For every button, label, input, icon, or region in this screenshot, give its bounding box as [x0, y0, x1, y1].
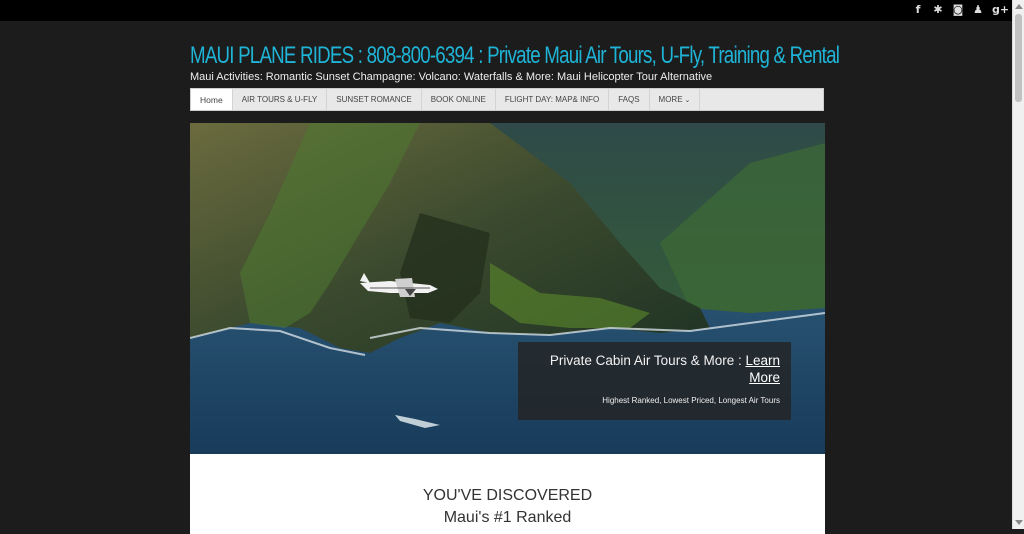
top-bar: f ✱ ◙ ♟ g+: [0, 0, 1012, 21]
ranked-heading: Maui's #1 Ranked: [443, 509, 572, 526]
discovered-heading: YOU'VE DISCOVERED: [422, 487, 593, 504]
nav-sunset-romance[interactable]: SUNSET ROMANCE: [327, 89, 422, 110]
hero-caption: Private Cabin Air Tours & More : Learn M…: [518, 342, 791, 420]
caption-title: Private Cabin Air Tours & More : Learn M…: [518, 352, 780, 386]
site-tagline: Maui Activities: Romantic Sunset Champag…: [190, 71, 713, 83]
yelp-icon[interactable]: ✱: [932, 3, 944, 17]
instagram-icon[interactable]: ◙: [952, 3, 964, 17]
chevron-down-icon: ⌄: [684, 97, 691, 104]
user-icon[interactable]: ♟: [972, 3, 984, 17]
scrollbar-thumb[interactable]: [1015, 14, 1022, 102]
main-navigation: Home AIR TOURS & U-FLY SUNSET ROMANCE BO…: [190, 88, 824, 111]
google-plus-icon[interactable]: g+: [992, 3, 1009, 17]
nav-book-online[interactable]: BOOK ONLINE: [422, 89, 496, 110]
social-links: f ✱ ◙ ♟ g+: [912, 3, 1010, 17]
page-scrollbar[interactable]: [1012, 0, 1024, 529]
scroll-up-arrow-icon[interactable]: [1015, 4, 1023, 9]
learn-more-link[interactable]: Learn More: [745, 353, 780, 385]
nav-more[interactable]: MORE ⌄: [650, 89, 701, 110]
nav-air-tours[interactable]: AIR TOURS & U-FLY: [233, 89, 328, 110]
nav-flight-day[interactable]: FLIGHT DAY: MAP& INFO: [496, 89, 610, 110]
caption-subtitle: Highest Ranked, Lowest Priced, Longest A…: [602, 396, 780, 405]
nav-home[interactable]: Home: [191, 89, 233, 110]
main-content: YOU'VE DISCOVERED Maui's #1 Ranked: [190, 454, 825, 534]
site-title[interactable]: MAUI PLANE RIDES : 808-800-6394 : Privat…: [190, 42, 840, 70]
nav-faqs[interactable]: FAQs: [609, 89, 650, 110]
caption-text: Private Cabin Air Tours & More :: [549, 353, 742, 368]
nav-more-label: MORE: [658, 95, 683, 104]
facebook-icon[interactable]: f: [912, 3, 924, 17]
scroll-down-arrow-icon[interactable]: [1015, 520, 1023, 525]
hero-slider[interactable]: Private Cabin Air Tours & More : Learn M…: [190, 123, 825, 454]
